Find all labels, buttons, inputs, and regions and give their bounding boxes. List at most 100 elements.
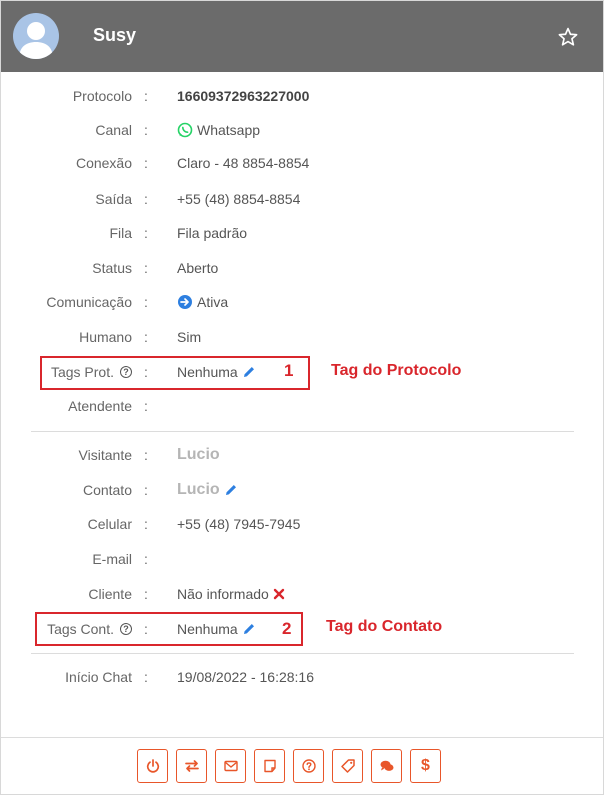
conexao-label: Conexão xyxy=(75,155,132,171)
fila-value: Fila padrão xyxy=(177,225,248,241)
annotation-number-2: 2 xyxy=(282,619,292,638)
note-button[interactable] xyxy=(254,749,285,783)
row-cliente: Cliente : Não informado xyxy=(1,582,604,606)
separator: : xyxy=(144,260,148,276)
envelope-icon xyxy=(223,760,238,772)
separator: : xyxy=(144,447,148,463)
help-icon[interactable]: ? xyxy=(120,623,132,636)
help-button[interactable] xyxy=(293,749,324,783)
separator: : xyxy=(144,551,148,567)
row-atendente: Atendente : xyxy=(1,394,604,418)
separator: : xyxy=(144,294,148,310)
section-divider xyxy=(31,653,574,654)
email-label: E-mail xyxy=(92,551,132,567)
separator: : xyxy=(144,155,148,171)
star-icon[interactable] xyxy=(557,26,579,48)
row-comunicacao: Comunicação : Ativa xyxy=(1,290,604,314)
row-celular: Celular : +55 (48) 7945-7945 xyxy=(1,512,604,536)
protocolo-value: 16609372963227000 xyxy=(177,88,310,104)
separator: : xyxy=(144,398,148,414)
card-header: Susy xyxy=(1,1,603,72)
row-saida: Saída : +55 (48) 8854-8854 xyxy=(1,187,604,211)
pencil-icon[interactable] xyxy=(242,365,256,379)
row-canal: Canal : Whatsapp xyxy=(1,118,604,142)
cliente-value: Não informado xyxy=(177,586,269,602)
email-button[interactable] xyxy=(215,749,246,783)
row-humano: Humano : Sim xyxy=(1,325,604,349)
close-icon[interactable] xyxy=(273,588,285,600)
row-tags-prot: Tags Prot.? : Nenhuma xyxy=(1,360,604,384)
cliente-label: Cliente xyxy=(88,586,132,602)
separator: : xyxy=(144,122,148,138)
contact-name: Susy xyxy=(93,25,137,45)
tags-prot-value-wrap: Nenhuma xyxy=(177,360,256,384)
separator: : xyxy=(144,329,148,345)
tags-prot-label-wrap: Tags Prot.? xyxy=(51,360,132,384)
tags-prot-label: Tags Prot. xyxy=(50,364,114,380)
avatar xyxy=(13,13,59,59)
canal-label: Canal xyxy=(95,122,132,138)
annotation-text-2: Tag do Contato xyxy=(326,618,443,635)
transfer-button[interactable] xyxy=(176,749,207,783)
fila-label: Fila xyxy=(109,225,132,241)
inicio-chat-value: 19/08/2022 - 16:28:16 xyxy=(177,669,315,685)
user-silhouette-icon xyxy=(19,22,53,59)
separator: : xyxy=(144,88,148,104)
row-fila: Fila : Fila padrão xyxy=(1,221,604,245)
row-contato: Contato : Lucio xyxy=(1,478,604,502)
question-icon xyxy=(301,759,316,773)
help-icon[interactable]: ? xyxy=(120,366,132,379)
celular-value: +55 (48) 7945-7945 xyxy=(177,516,301,532)
comunicacao-value-wrap: Ativa xyxy=(177,290,228,314)
canal-value: Whatsapp xyxy=(197,122,261,138)
contact-card: Susy Protocolo : 16609372963227000 Canal… xyxy=(0,0,604,795)
visitante-value: Lucio xyxy=(177,446,220,463)
power-icon xyxy=(146,759,159,773)
saida-value: +55 (48) 8854-8854 xyxy=(177,191,301,207)
chat-button[interactable] xyxy=(371,749,402,783)
separator: : xyxy=(144,364,148,380)
tag-icon xyxy=(340,759,355,773)
humano-value: Sim xyxy=(177,329,202,345)
separator: : xyxy=(144,482,148,498)
comunicacao-value: Ativa xyxy=(197,294,229,310)
inicio-chat-label: Início Chat xyxy=(65,669,132,685)
humano-label: Humano xyxy=(79,329,132,345)
saida-label: Saída xyxy=(95,191,132,207)
row-tags-cont: Tags Cont.? : Nenhuma xyxy=(1,617,604,641)
pencil-icon[interactable] xyxy=(242,622,256,636)
contato-value: Lucio xyxy=(177,481,220,498)
tags-cont-value-wrap: Nenhuma xyxy=(177,617,256,641)
tags-cont-value: Nenhuma xyxy=(177,621,238,637)
separator: : xyxy=(144,516,148,532)
payment-button[interactable]: $ xyxy=(410,749,441,783)
action-toolbar: $ xyxy=(137,749,441,783)
dollar-icon: $ xyxy=(421,757,430,774)
note-icon xyxy=(263,759,276,773)
separator: : xyxy=(144,621,148,637)
tags-prot-value: Nenhuma xyxy=(177,364,238,380)
protocolo-label: Protocolo xyxy=(72,88,132,104)
row-status: Status : Aberto xyxy=(1,256,604,280)
comunicacao-label: Comunicação xyxy=(46,294,132,310)
footer-divider xyxy=(1,737,603,738)
atendente-label: Atendente xyxy=(68,398,132,414)
separator: : xyxy=(144,225,148,241)
canal-value-wrap: Whatsapp xyxy=(177,118,260,142)
row-conexao: Conexão : Claro - 48 8854-8854 xyxy=(1,151,604,175)
tags-button[interactable] xyxy=(332,749,363,783)
row-protocolo: Protocolo : 16609372963227000 xyxy=(1,84,604,108)
status-value: Aberto xyxy=(177,260,219,276)
annotation-number-1: 1 xyxy=(284,361,294,380)
contato-value-wrap: Lucio xyxy=(177,478,238,502)
tags-cont-label: Tags Cont. xyxy=(47,621,114,637)
separator: : xyxy=(144,586,148,602)
power-button[interactable] xyxy=(137,749,168,783)
section-divider xyxy=(31,431,574,432)
celular-label: Celular xyxy=(87,516,132,532)
whatsapp-icon xyxy=(177,122,193,138)
row-inicio-chat: Início Chat : 19/08/2022 - 16:28:16 xyxy=(1,665,604,689)
transfer-icon xyxy=(184,760,199,772)
conexao-value: Claro - 48 8854-8854 xyxy=(177,155,310,171)
pencil-icon[interactable] xyxy=(224,483,238,497)
